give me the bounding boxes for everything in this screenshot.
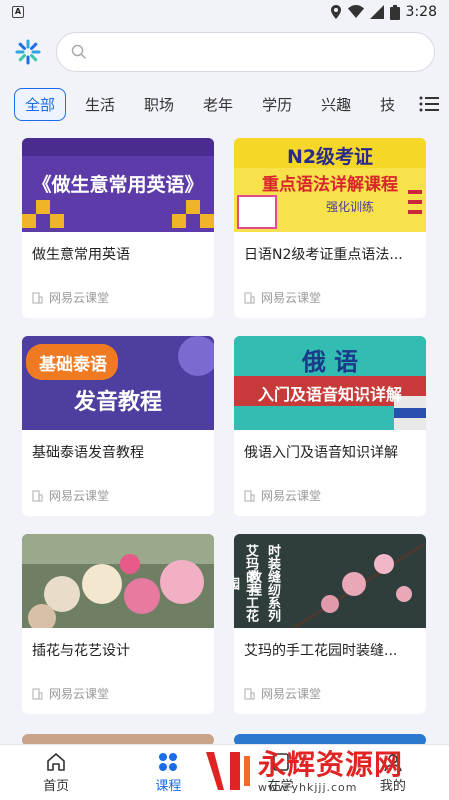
search-row <box>0 26 449 78</box>
search-icon <box>71 44 87 60</box>
building-icon <box>32 291 43 304</box>
home-icon <box>47 752 65 771</box>
watermark-logo-icon <box>206 752 250 790</box>
signal-icon <box>369 5 384 19</box>
location-icon <box>330 5 341 19</box>
tab-education[interactable]: 学历 <box>252 89 302 120</box>
tab-all[interactable]: 全部 <box>14 87 67 121</box>
course-thumbnail <box>22 534 214 628</box>
thumbnail-subtitle: 发音教程 <box>73 390 162 415</box>
course-title: 艾玛的手工花园时装缝... <box>244 643 398 659</box>
category-menu-button[interactable] <box>409 86 449 122</box>
course-thumbnail: 基础泰语 发音教程 <box>22 336 214 430</box>
source-label: 网易云课堂 <box>261 489 322 503</box>
watermark-url: www.yhkjjj.com <box>258 780 358 794</box>
tab-elderly[interactable]: 老年 <box>193 89 243 120</box>
course-source: 网易云课堂 <box>32 487 109 504</box>
building-icon <box>244 489 255 502</box>
course-thumbnail: 俄 语 入门及语音知识详解 <box>234 336 426 430</box>
thumbnail-subtitle: 入门及语音知识详解 <box>257 385 402 404</box>
course-card[interactable]: 基础泰语 发音教程 基础泰语发音教程 网易云课堂 <box>22 336 214 516</box>
list-menu-icon <box>419 96 439 112</box>
course-thumbnail: 艾玛的手工花园 时装缝纫系列教程 <box>234 534 426 628</box>
course-card[interactable]: 插花与花艺设计 网易云课堂 <box>22 534 214 714</box>
status-time: 3:28 <box>405 4 437 20</box>
course-thumbnail: N2级考证 重点语法详解课程 强化训练 <box>234 138 426 232</box>
course-title: 做生意常用英语 <box>32 247 130 263</box>
course-title: 日语N2级考证重点语法... <box>244 247 403 263</box>
thumbnail-title: 俄 语 <box>301 348 359 376</box>
course-source: 网易云课堂 <box>244 685 321 702</box>
thumbnail-tag: 强化训练 <box>325 200 374 214</box>
flower-photo <box>22 534 214 628</box>
tab-workplace[interactable]: 职场 <box>134 89 184 120</box>
nav-home-label: 首页 <box>43 778 70 794</box>
building-icon <box>244 687 255 700</box>
notification-icon: A <box>12 6 24 18</box>
tab-interest[interactable]: 兴趣 <box>311 89 361 120</box>
source-label: 网易云课堂 <box>49 291 110 305</box>
building-icon <box>244 291 255 304</box>
course-source: 网易云课堂 <box>244 487 321 504</box>
course-source: 网易云课堂 <box>244 289 321 306</box>
course-icon <box>159 752 178 771</box>
battery-icon <box>389 4 400 20</box>
course-thumbnail: 《做生意常用英语》 <box>22 138 214 232</box>
source-label: 网易云课堂 <box>261 291 322 305</box>
watermark: 永辉资源网 www.yhkjjj.com <box>200 742 449 800</box>
wifi-icon <box>347 5 364 18</box>
thumbnail-subtitle: 时装缝纫系列教程 <box>246 544 280 622</box>
course-title: 基础泰语发音教程 <box>32 445 144 461</box>
source-label: 网易云课堂 <box>49 687 110 701</box>
tab-skill[interactable]: 技 <box>370 89 404 120</box>
course-source: 网易云课堂 <box>32 685 109 702</box>
app-logo-icon <box>15 39 41 65</box>
thumbnail-subtitle: 重点语法详解课程 <box>262 175 398 195</box>
thumbnail-title: N2级考证 <box>286 146 374 168</box>
watermark-brand: 永辉资源网 <box>258 747 404 781</box>
search-input[interactable] <box>95 44 422 60</box>
building-icon <box>32 687 43 700</box>
status-bar: A 3:28 <box>0 0 449 24</box>
tab-life[interactable]: 生活 <box>75 89 125 120</box>
nav-home[interactable]: 首页 <box>0 745 112 800</box>
course-title: 俄语入门及语音知识详解 <box>244 445 398 461</box>
source-label: 网易云课堂 <box>49 489 110 503</box>
course-card[interactable]: 俄 语 入门及语音知识详解 俄语入门及语音知识详解 网易云课堂 <box>234 336 426 516</box>
course-title: 插花与花艺设计 <box>32 643 130 659</box>
search-box[interactable] <box>56 32 435 72</box>
thumbnail-title: 基础泰语 <box>39 355 107 375</box>
thumbnail-title: 《做生意常用英语》 <box>32 174 204 196</box>
building-icon <box>32 489 43 502</box>
course-card[interactable]: N2级考证 重点语法详解课程 强化训练 日语N2级考证重点语法... 网易云课堂 <box>234 138 426 318</box>
course-card[interactable]: 《做生意常用英语》 做生意常用英语 网易云课堂 <box>22 138 214 318</box>
nav-courses-label: 课程 <box>155 778 182 794</box>
course-card[interactable]: 艾玛的手工花园 时装缝纫系列教程 艾玛的手工花园时装缝... 网易云课堂 <box>234 534 426 714</box>
source-label: 网易云课堂 <box>261 687 322 701</box>
category-tabs: 全部 生活 职场 老年 学历 兴趣 技 <box>0 84 449 124</box>
course-source: 网易云课堂 <box>32 289 109 306</box>
